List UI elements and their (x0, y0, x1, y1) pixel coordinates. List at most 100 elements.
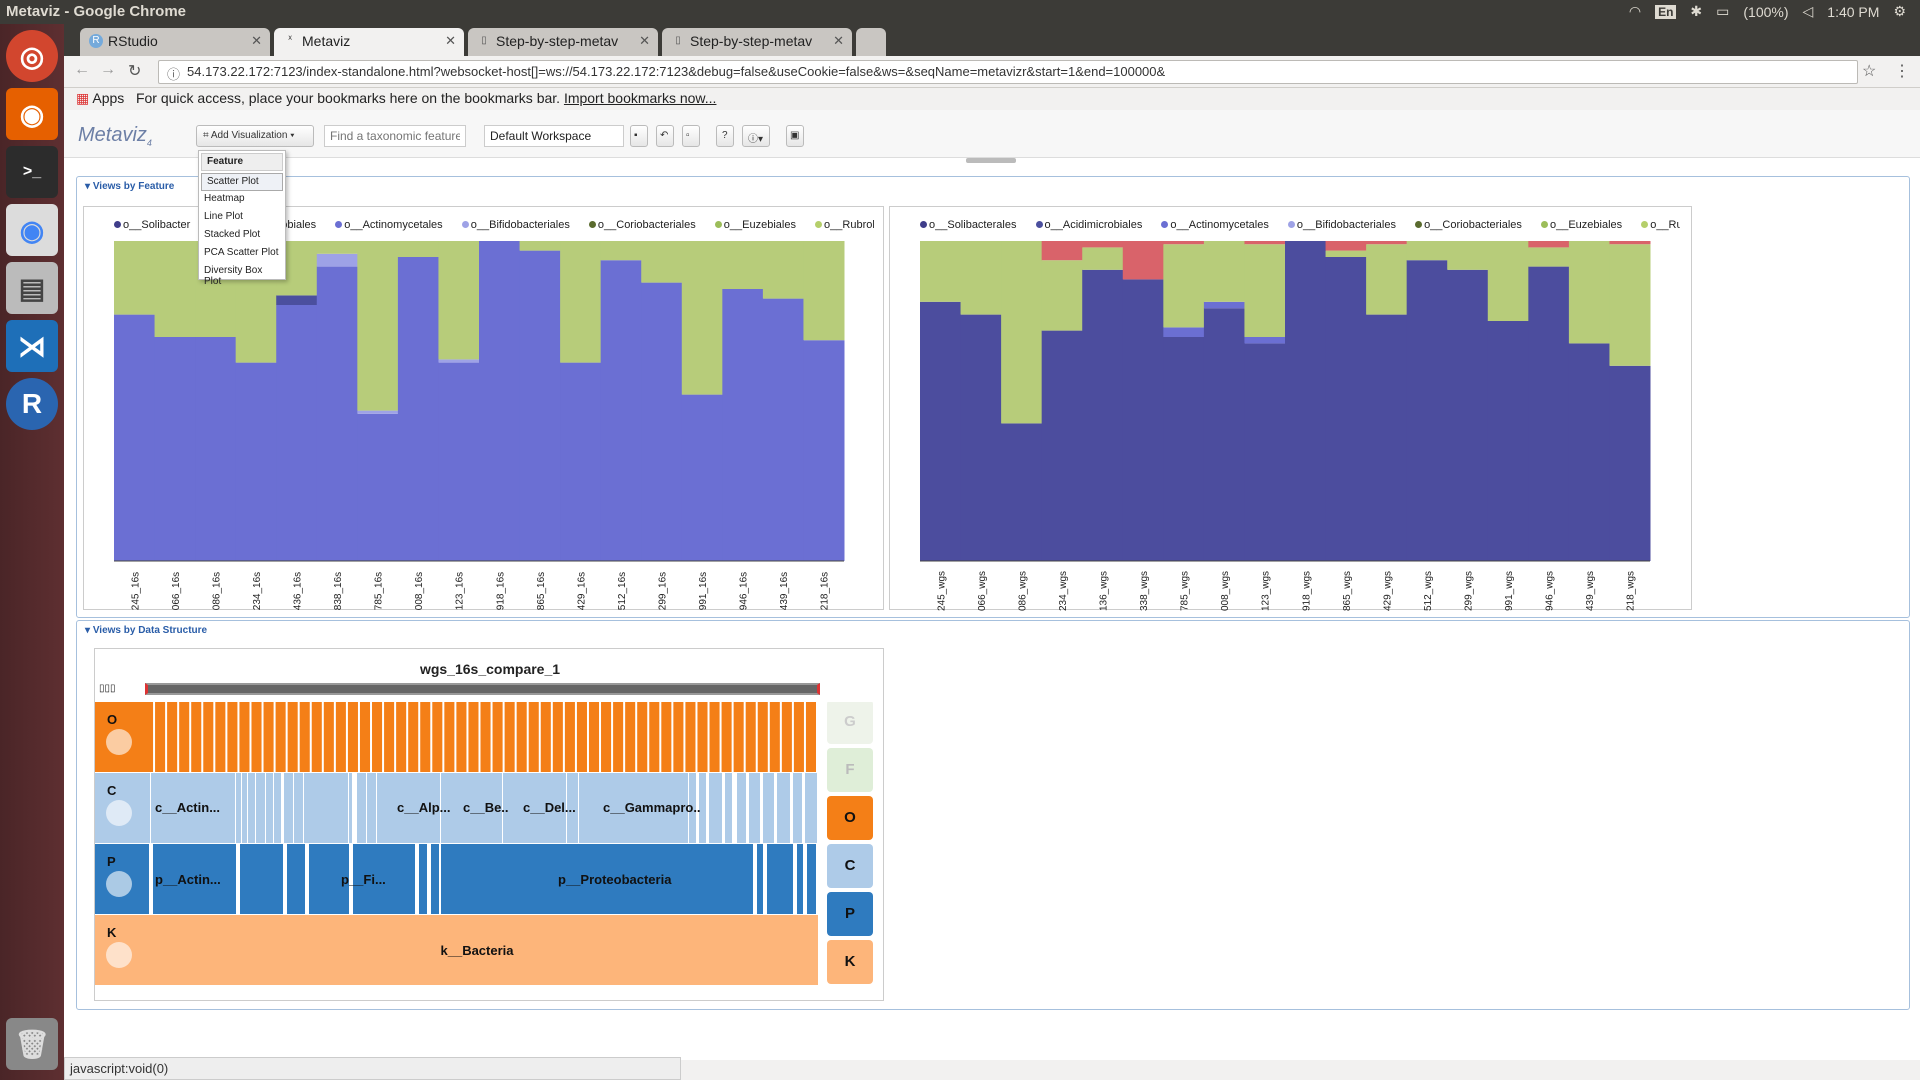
stack-segment[interactable] (1528, 247, 1570, 267)
stack-segment[interactable] (1203, 241, 1245, 302)
class-cell[interactable] (749, 773, 760, 843)
stack-segment[interactable] (195, 337, 237, 561)
stack-segment[interactable] (114, 241, 156, 315)
stack-segment[interactable] (1609, 241, 1651, 245)
stack-segment[interactable] (1406, 260, 1448, 561)
stack-segment[interactable] (357, 410, 399, 414)
bluetooth-icon[interactable]: ✱ (1690, 3, 1702, 20)
stack-segment[interactable] (1366, 244, 1408, 315)
apps-icon[interactable]: ▦ (76, 90, 89, 106)
undo-icon[interactable]: ↶ (656, 125, 674, 147)
reload-icon[interactable]: ↻ (128, 61, 141, 81)
volume-icon[interactable]: ◁ (1803, 3, 1814, 20)
order-cell[interactable] (492, 702, 503, 772)
phylum-cell[interactable] (287, 844, 305, 914)
menu-item-stacked-plot[interactable]: Stacked Plot (199, 227, 285, 245)
order-cell[interactable] (528, 702, 539, 772)
stack-segment[interactable] (1325, 257, 1367, 561)
stacked-area-chart[interactable]: 245_wgs 066_wgs 086_wgs 234_wgs 136_wgs 338_w… (890, 207, 1693, 611)
order-cell[interactable] (335, 702, 346, 772)
stack-segment[interactable] (1163, 327, 1205, 337)
menu-item-line-plot[interactable]: Line Plot (199, 209, 285, 227)
stack-segment[interactable] (1366, 241, 1408, 245)
order-cell[interactable] (781, 702, 792, 772)
stack-segment[interactable] (1366, 314, 1408, 561)
terminal-icon[interactable]: >_ (6, 146, 58, 198)
bookmark-star-icon[interactable]: ☆ (1862, 61, 1876, 81)
settings-icon[interactable]: ⚙ (1893, 3, 1906, 20)
level-button-o[interactable]: O (827, 796, 873, 840)
order-cell[interactable] (733, 702, 744, 772)
level-icon-c[interactable]: C (95, 773, 143, 843)
phylum-cell[interactable] (797, 844, 803, 914)
help-icon[interactable]: ? (716, 125, 734, 147)
stack-segment[interactable] (762, 298, 804, 561)
stack-segment[interactable] (1487, 321, 1529, 561)
class-cell[interactable] (349, 773, 352, 843)
order-cell[interactable] (432, 702, 443, 772)
stack-segment[interactable] (397, 257, 439, 561)
import-bookmarks-link[interactable]: Import bookmarks now... (564, 90, 717, 106)
delete-icon[interactable]: ▫ (682, 125, 700, 147)
icicle-svg[interactable]: O C P Kc__Actin... c__Alp... c__Be.. c__Del...… (95, 702, 885, 1002)
stack-segment[interactable] (519, 241, 561, 251)
stack-segment[interactable] (316, 241, 358, 254)
stack-segment[interactable] (1001, 423, 1043, 561)
order-cell[interactable] (625, 702, 636, 772)
stack-segment[interactable] (641, 241, 683, 283)
stack-segment[interactable] (1568, 241, 1610, 344)
order-cell[interactable] (420, 702, 431, 772)
stack-segment[interactable] (1609, 365, 1651, 561)
order-cell[interactable] (311, 702, 322, 772)
phylum-cell[interactable] (431, 844, 439, 914)
stack-segment[interactable] (114, 314, 156, 561)
order-cell[interactable] (588, 702, 600, 772)
class-cell[interactable] (777, 773, 790, 843)
stack-segment[interactable] (276, 295, 318, 305)
stack-segment[interactable] (1082, 269, 1124, 561)
order-cell[interactable] (275, 702, 286, 772)
print-icon[interactable]: ▣ (786, 125, 804, 147)
stack-segment[interactable] (1203, 308, 1245, 561)
order-cell[interactable] (673, 702, 684, 772)
stack-segment[interactable] (519, 250, 561, 561)
level-button-f[interactable]: F (827, 748, 873, 792)
order-cell[interactable] (191, 702, 202, 772)
stack-segment[interactable] (1447, 241, 1489, 270)
save-workspace-icon[interactable]: ▪ (630, 125, 648, 147)
stack-segment[interactable] (1244, 343, 1286, 561)
order-cell[interactable] (564, 702, 575, 772)
phylum-cell[interactable] (143, 844, 149, 914)
stack-segment[interactable] (681, 241, 723, 395)
order-cell[interactable] (203, 702, 214, 772)
stack-segment[interactable] (600, 260, 642, 561)
class-cell[interactable] (294, 773, 303, 843)
class-cell[interactable] (357, 773, 366, 843)
order-cell[interactable] (661, 702, 672, 772)
stack-segment[interactable] (1163, 244, 1205, 328)
order-cell[interactable] (227, 702, 238, 772)
order-cell[interactable] (384, 702, 395, 772)
taxonomic-search-input[interactable] (324, 125, 466, 147)
stack-segment[interactable] (1041, 330, 1083, 561)
stack-segment[interactable] (1285, 241, 1327, 561)
range-slider[interactable] (145, 683, 820, 695)
order-cell[interactable] (215, 702, 226, 772)
order-cell[interactable] (323, 702, 334, 772)
stack-segment[interactable] (357, 241, 399, 411)
stack-segment[interactable] (803, 241, 845, 341)
phylum-cell[interactable] (240, 844, 283, 914)
stack-segment[interactable] (960, 314, 1002, 561)
stack-segment[interactable] (1244, 241, 1286, 245)
stack-segment[interactable] (681, 394, 723, 561)
stack-segment[interactable] (920, 301, 962, 561)
order-cell[interactable] (709, 702, 720, 772)
stack-segment[interactable] (479, 241, 521, 561)
class-cell[interactable] (143, 773, 150, 843)
phylum-cell[interactable] (767, 844, 793, 914)
vscode-icon[interactable]: ⋊ (6, 320, 58, 372)
stack-segment[interactable] (276, 305, 318, 561)
order-cell[interactable] (504, 702, 515, 772)
splitter-handle[interactable] (966, 158, 1016, 163)
order-cell[interactable] (697, 702, 708, 772)
